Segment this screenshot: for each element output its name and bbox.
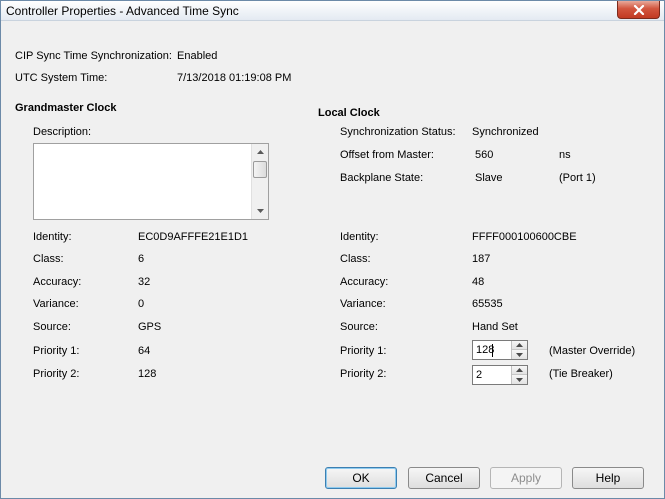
window-title: Controller Properties - Advanced Time Sy… (6, 4, 239, 18)
backplane-label: Backplane State: (340, 172, 424, 184)
scroll-up-button[interactable] (252, 144, 268, 160)
priority2-note: (Tie Breaker) (549, 368, 613, 380)
offset-unit: ns (559, 149, 571, 161)
gm-priority1-value: 64 (138, 345, 151, 357)
dialog-window: Controller Properties - Advanced Time Sy… (0, 0, 665, 499)
local-priority1-label: Priority 1: (340, 345, 387, 357)
priority1-spin-buttons[interactable] (511, 341, 527, 359)
gm-class-label: Class: (33, 253, 64, 265)
cip-sync-value: Enabled (177, 50, 218, 62)
backplane-port: (Port 1) (559, 172, 596, 184)
gm-priority2-label: Priority 2: (33, 368, 80, 380)
apply-button[interactable]: Apply (490, 467, 562, 489)
priority1-decrement-button[interactable] (512, 350, 527, 359)
scroll-down-button[interactable] (252, 203, 268, 219)
local-clock-heading: Local Clock (318, 107, 380, 119)
offset-label: Offset from Master: (340, 149, 434, 161)
local-priority2-label: Priority 2: (340, 368, 387, 380)
local-variance-value: 65535 (472, 298, 503, 310)
priority2-spinner[interactable] (472, 365, 528, 385)
utc-time-value: 7/13/2018 01:19:08 PM (177, 72, 292, 84)
gm-variance-label: Variance: (33, 298, 79, 310)
priority1-spinner[interactable] (472, 340, 528, 360)
priority2-spin-buttons[interactable] (511, 366, 527, 384)
local-identity-value: FFFF000100600CBE (472, 231, 577, 243)
priority2-increment-button[interactable] (512, 366, 527, 375)
gm-accuracy-label: Accuracy: (33, 276, 82, 288)
description-scrollbar[interactable] (251, 144, 268, 219)
local-identity-label: Identity: (340, 231, 379, 243)
scroll-thumb[interactable] (253, 161, 267, 178)
title-bar[interactable]: Controller Properties - Advanced Time Sy… (1, 1, 664, 21)
sync-status-label: Synchronization Status: (340, 126, 456, 138)
local-accuracy-label: Accuracy: (340, 276, 389, 288)
help-button[interactable]: Help (572, 467, 644, 489)
gm-identity-label: Identity: (33, 231, 72, 243)
priority1-note: (Master Override) (549, 345, 636, 357)
gm-class-value: 6 (138, 253, 145, 265)
text-caret (492, 344, 493, 357)
cancel-button[interactable]: Cancel (408, 467, 480, 489)
priority2-input[interactable] (473, 366, 511, 384)
spin-up-icon (516, 368, 523, 372)
sync-status-value: Synchronized (472, 126, 539, 138)
description-textarea[interactable] (33, 143, 269, 220)
priority2-decrement-button[interactable] (512, 375, 527, 384)
grandmaster-heading: Grandmaster Clock (15, 102, 117, 114)
gm-priority2-value: 128 (138, 368, 157, 380)
gm-accuracy-value: 32 (138, 276, 151, 288)
offset-value: 560 (475, 149, 494, 161)
local-source-value: Hand Set (472, 321, 518, 333)
cip-sync-label: CIP Sync Time Synchronization: (15, 50, 172, 62)
description-label: Description: (33, 126, 92, 138)
spin-down-icon (516, 377, 523, 382)
gm-source-label: Source: (33, 321, 71, 333)
priority1-increment-button[interactable] (512, 341, 527, 350)
close-icon (633, 4, 644, 15)
utc-time-label: UTC System Time: (15, 72, 108, 84)
local-variance-label: Variance: (340, 298, 386, 310)
gm-variance-value: 0 (138, 298, 145, 310)
gm-priority1-label: Priority 1: (33, 345, 80, 357)
spin-down-icon (516, 352, 523, 357)
spin-up-icon (516, 343, 523, 347)
local-class-value: 187 (472, 253, 491, 265)
gm-source-value: GPS (138, 321, 162, 333)
local-source-label: Source: (340, 321, 378, 333)
local-accuracy-value: 48 (472, 276, 485, 288)
backplane-value: Slave (475, 172, 503, 184)
ok-button[interactable]: OK (325, 467, 397, 489)
close-button[interactable] (617, 1, 660, 19)
gm-identity-value: EC0D9AFFFE21E1D1 (138, 231, 249, 243)
arrow-up-icon (256, 150, 264, 154)
local-class-label: Class: (340, 253, 371, 265)
arrow-down-icon (256, 209, 264, 213)
